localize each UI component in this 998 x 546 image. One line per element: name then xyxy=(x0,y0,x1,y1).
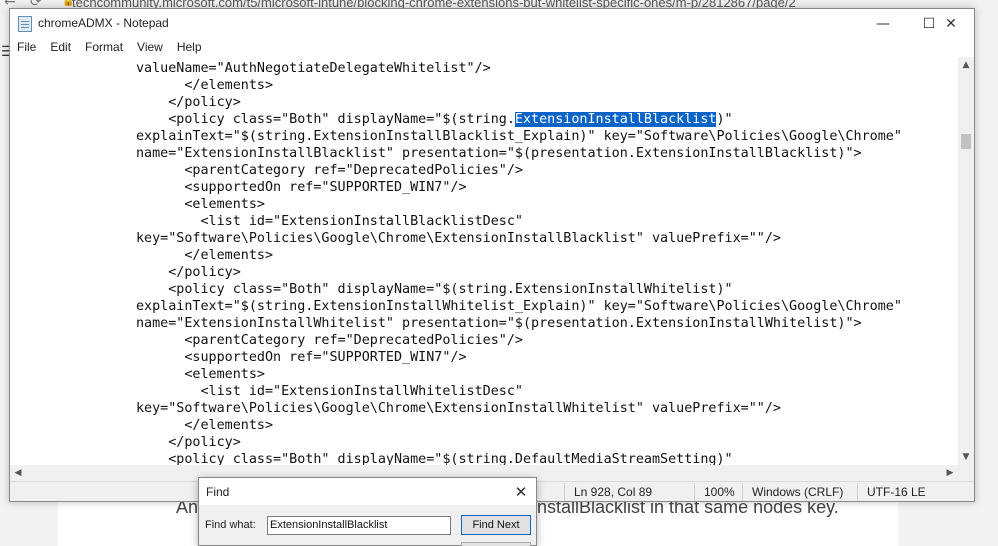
code-line: explainText="$(string.ExtensionInstallBl… xyxy=(136,129,902,144)
scroll-down-arrow-icon[interactable]: ▼ xyxy=(958,449,974,465)
find-input[interactable]: ExtensionInstallBlacklist xyxy=(267,516,451,535)
code-line: <list id="ExtensionInstallBlacklistDesc" xyxy=(136,214,523,229)
code-line: <parentCategory ref="DeprecatedPolicies"… xyxy=(136,333,523,348)
menu-view[interactable]: View xyxy=(130,38,170,57)
code-line: </policy> xyxy=(136,265,241,280)
code-line: <policy class="Both" displayName="$(stri… xyxy=(136,282,733,297)
code-line: </policy> xyxy=(136,95,241,110)
selected-text: ExtensionInstallBlacklist xyxy=(514,112,717,127)
scrollbar-corner xyxy=(958,465,974,481)
code-line: <supportedOn ref="SUPPORTED_WIN7"/> xyxy=(136,180,467,195)
code-line: <parentCategory ref="DeprecatedPolicies"… xyxy=(136,163,523,178)
code-line: <supportedOn ref="SUPPORTED_WIN7"/> xyxy=(136,350,467,365)
scroll-right-arrow-icon[interactable]: ▶ xyxy=(942,465,958,481)
code-line: name="ExtensionInstallWhitelist" present… xyxy=(136,316,862,331)
vertical-scrollbar[interactable]: ▲ ▼ xyxy=(958,57,974,465)
status-line-ending: Windows (CRLF) xyxy=(752,485,844,499)
status-zoom: 100% xyxy=(704,485,735,499)
notepad-app-icon xyxy=(18,16,32,32)
notepad-titlebar[interactable]: chromeADMX - Notepad — ☐ ✕ xyxy=(10,9,974,38)
code-line: key="Software\Policies\Google\Chrome\Ext… xyxy=(136,231,781,246)
code-line: <list id="ExtensionInstallWhitelistDesc" xyxy=(136,384,523,399)
find-dialog: Find ✕ Find what: ExtensionInstallBlackl… xyxy=(198,477,537,546)
code-line: key="Software\Policies\Google\Chrome\Ext… xyxy=(136,401,781,416)
code-line: <elements> xyxy=(136,367,265,382)
find-next-button[interactable]: Find Next xyxy=(461,515,531,535)
notepad-window: chromeADMX - Notepad — ☐ ✕ File Edit For… xyxy=(9,8,975,502)
status-encoding: UTF-16 LE xyxy=(867,485,926,499)
code-line: valueName="AuthNegotiateDelegateWhitelis… xyxy=(136,61,491,76)
close-button[interactable]: ✕ xyxy=(928,9,974,38)
menu-format[interactable]: Format xyxy=(78,38,130,57)
code-line: <elements> xyxy=(136,197,265,212)
window-title: chromeADMX - Notepad xyxy=(38,16,169,30)
scroll-up-arrow-icon[interactable]: ▲ xyxy=(958,57,974,73)
status-position: Ln 928, Col 89 xyxy=(574,485,653,499)
code-line: </elements> xyxy=(136,78,274,93)
find-title: Find xyxy=(206,485,230,499)
code-line: </policy> xyxy=(136,435,241,450)
code-line: <policy class="Both" displayName="$(stri… xyxy=(136,452,733,465)
minimize-button[interactable]: — xyxy=(860,9,906,38)
menu-file[interactable]: File xyxy=(10,38,43,57)
code-line: </elements> xyxy=(136,418,274,433)
code-line: </elements> xyxy=(136,248,274,263)
find-titlebar[interactable]: Find ✕ xyxy=(199,478,536,505)
status-divider xyxy=(857,483,858,501)
cancel-button[interactable] xyxy=(461,542,531,546)
scrollbar-thumb[interactable] xyxy=(961,134,971,149)
text-editor[interactable]: valueName="AuthNegotiateDelegateWhitelis… xyxy=(10,57,958,465)
code-line-selected: <policy class="Both" displayName="$(stri… xyxy=(136,111,733,128)
code-line-suffix: )" xyxy=(716,112,733,127)
menu-bar: File Edit Format View Help xyxy=(10,38,974,57)
menu-help[interactable]: Help xyxy=(170,38,209,57)
status-divider xyxy=(742,483,743,501)
code-line-prefix: <policy class="Both" displayName="$(stri… xyxy=(136,112,515,127)
status-divider xyxy=(564,483,565,501)
code-line: name="ExtensionInstallBlacklist" present… xyxy=(136,146,862,161)
code-line: explainText="$(string.ExtensionInstallWh… xyxy=(136,299,902,314)
menu-edit[interactable]: Edit xyxy=(43,38,78,57)
find-close-icon[interactable]: ✕ xyxy=(507,480,535,504)
status-divider xyxy=(694,483,695,501)
scroll-left-arrow-icon[interactable]: ◀ xyxy=(10,465,26,481)
find-what-label: Find what: xyxy=(205,519,256,531)
